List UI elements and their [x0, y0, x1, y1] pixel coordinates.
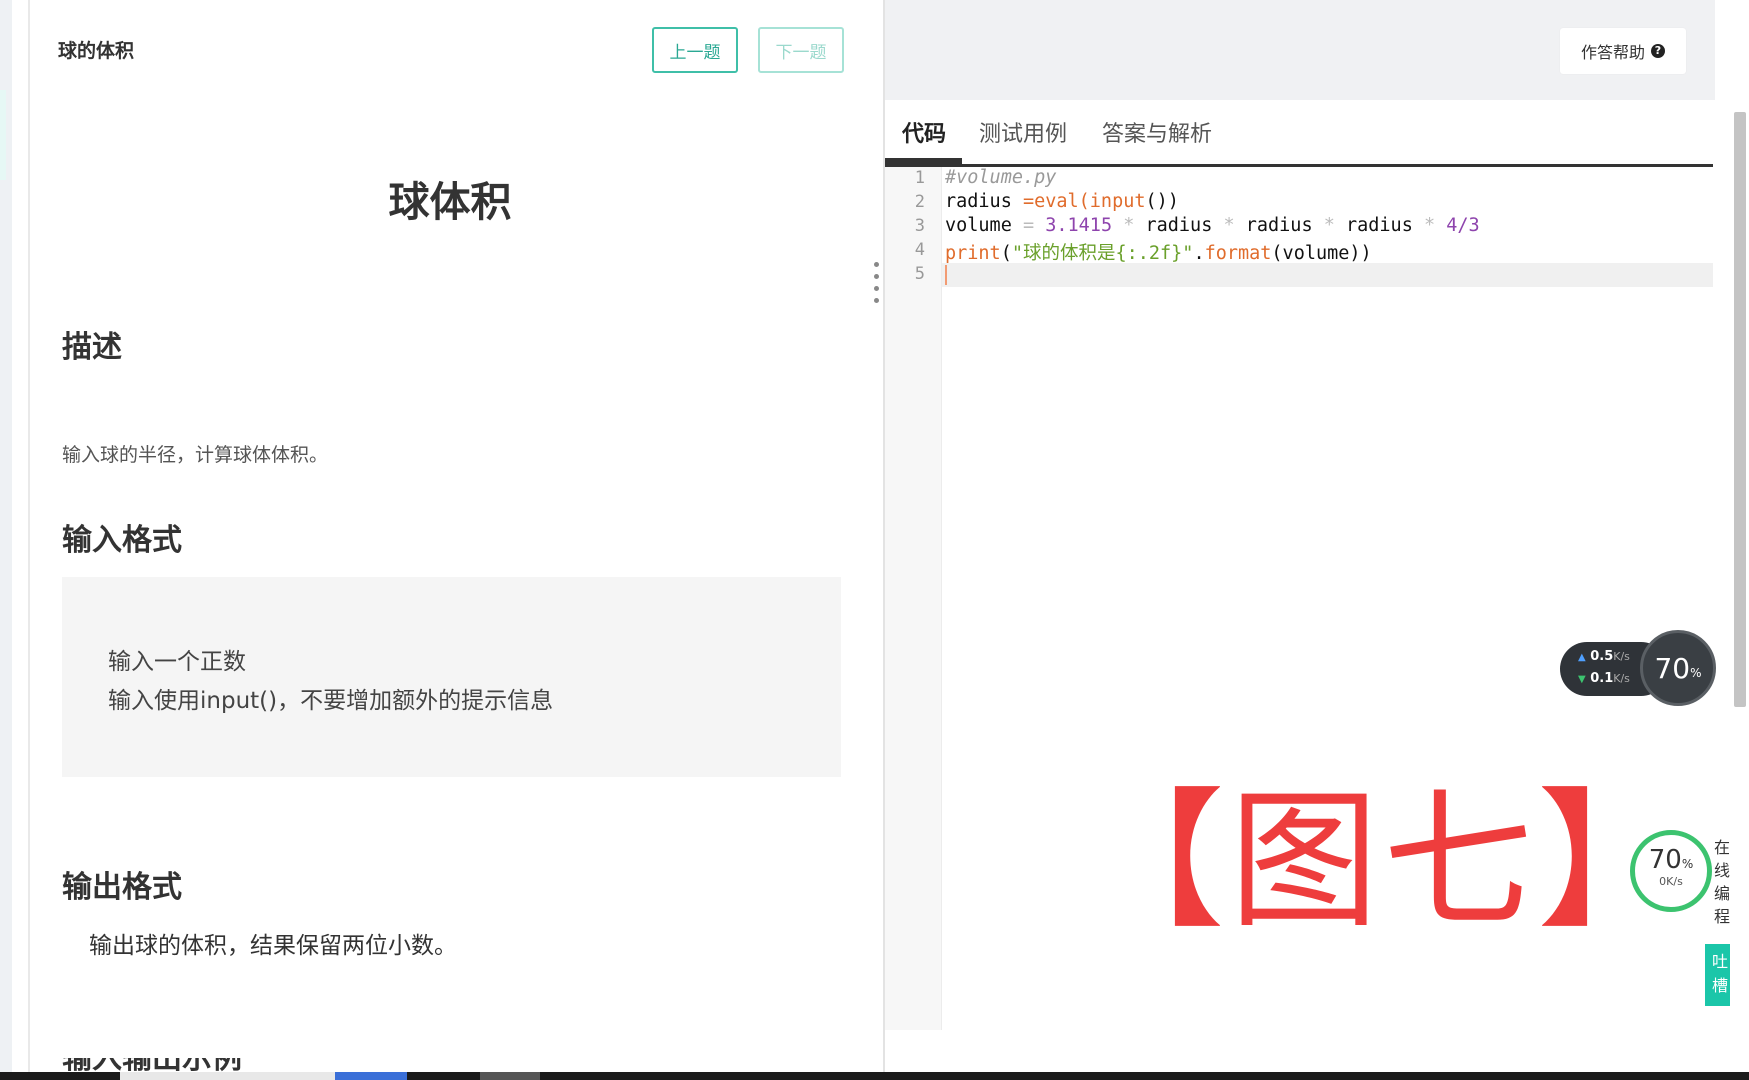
code-token: print	[945, 243, 1001, 264]
download-arrow-icon: ▼	[1578, 674, 1586, 685]
taskbar-item[interactable]	[480, 1072, 540, 1080]
prev-question-button[interactable]: 上一题	[652, 27, 738, 73]
code-token: format	[1204, 243, 1272, 264]
scrollbar-thumb[interactable]	[1734, 112, 1746, 707]
code-line: radius =eval(input())	[945, 191, 1179, 212]
input-format-box: 输入一个正数 输入使用input()，不要增加额外的提示信息	[62, 577, 841, 777]
line-number: 3	[914, 216, 925, 236]
code-token: *	[1312, 215, 1346, 236]
percent-sign: %	[1681, 857, 1694, 871]
output-format-text: 输出球的体积，结果保留两位小数。	[89, 933, 457, 959]
download-speed: ▼ 0.1K/s	[1578, 671, 1630, 686]
editor-footer	[885, 1030, 1715, 1072]
ring-percent: 70%	[1635, 845, 1707, 875]
taskbar-item[interactable]	[335, 1072, 407, 1080]
online-coding-label[interactable]: 在线编程	[1712, 836, 1732, 928]
resize-handle[interactable]	[874, 262, 880, 308]
code-comment: #volume.py	[945, 167, 1057, 188]
code-token: (volume))	[1271, 243, 1372, 264]
code-token: *	[1412, 215, 1447, 236]
tab-test-cases[interactable]: 测试用例	[979, 116, 1067, 148]
problem-pane: 球的体积 上一题 下一题 球体积 描述 输入球的半径，计算球体体积。 输入格式 …	[30, 0, 883, 1072]
code-token: "球的体积是{:.2f}"	[1011, 243, 1194, 264]
answer-help-label: 作答帮助	[1580, 43, 1645, 62]
active-tab-indicator	[885, 158, 962, 164]
line-number: 4	[914, 240, 925, 260]
code-line: #volume.py	[945, 167, 1056, 188]
code-token: *	[1212, 215, 1246, 236]
code-token: radius	[1145, 215, 1213, 236]
output-format-heading: 输出格式	[62, 870, 182, 905]
io-example-heading: 输入输出示例	[62, 1058, 242, 1072]
editor-tabs: 代码 测试用例 答案与解析	[885, 100, 1713, 167]
answer-help-button[interactable]: 作答帮助 ?	[1560, 28, 1686, 74]
line-number: 1	[914, 168, 925, 188]
active-line-highlight	[942, 263, 1713, 287]
ring-percent-value: 70	[1648, 845, 1682, 875]
code-token: radius	[945, 191, 1023, 212]
content-title: 球体积	[388, 178, 512, 226]
cpu-usage-value: 70	[1654, 651, 1691, 685]
speed-unit: K/s	[1613, 672, 1630, 685]
tab-code[interactable]: 代码	[902, 116, 946, 148]
ring-speed: 0K/s	[1659, 875, 1683, 888]
upload-speed-value: 0.5	[1590, 649, 1614, 664]
io-example-heading-text: 输入输出示例	[62, 1058, 242, 1072]
input-format-line: 输入使用input()，不要增加额外的提示信息	[108, 688, 554, 714]
percent-sign: %	[1690, 666, 1702, 680]
problem-title: 球的体积	[58, 40, 135, 62]
taskbar	[0, 1072, 1749, 1080]
tab-answer-analysis[interactable]: 答案与解析	[1102, 116, 1212, 148]
taskbar-item[interactable]	[120, 1072, 335, 1080]
code-token: 4/3	[1446, 215, 1480, 236]
gutter-accent	[0, 90, 6, 180]
description-heading: 描述	[62, 330, 122, 365]
line-number-gutter: 1 2 3 4 5	[885, 167, 942, 1030]
input-format-heading: 输入格式	[62, 523, 182, 558]
code-token: volume	[945, 215, 1023, 236]
line-number: 5	[914, 264, 925, 284]
next-question-button[interactable]: 下一题	[758, 27, 844, 73]
code-token: *	[1112, 215, 1146, 236]
code-token: .	[1193, 243, 1205, 264]
figure-watermark: 【图七】	[1075, 775, 1692, 949]
line-number: 2	[914, 192, 925, 212]
usage-ring-widget[interactable]: 70% 0K/s	[1630, 830, 1712, 912]
upload-arrow-icon: ▲	[1578, 652, 1586, 663]
question-circle-icon: ?	[1651, 44, 1665, 58]
input-format-line: 输入一个正数	[108, 649, 246, 675]
code-token: =	[1022, 215, 1046, 236]
code-token: 3.1415	[1045, 215, 1113, 236]
download-speed-value: 0.1	[1590, 671, 1614, 686]
speed-unit: K/s	[1613, 650, 1630, 663]
code-token: radius	[1245, 215, 1313, 236]
code-token: =eval(	[1022, 191, 1090, 212]
text-cursor	[945, 265, 947, 285]
code-line: print("球的体积是{:.2f}".format(volume))	[945, 239, 1372, 265]
code-token: input	[1089, 191, 1146, 212]
code-token: ())	[1145, 191, 1179, 212]
code-token: radius	[1346, 215, 1413, 236]
upload-speed: ▲ 0.5K/s	[1578, 649, 1630, 664]
code-token: (	[1000, 243, 1012, 264]
description-text: 输入球的半径，计算球体体积。	[62, 444, 329, 466]
code-line: volume = 3.1415 * radius * radius * radi…	[945, 215, 1480, 236]
left-gutter	[0, 0, 12, 1080]
cpu-usage-gauge[interactable]: 70%	[1640, 630, 1716, 706]
